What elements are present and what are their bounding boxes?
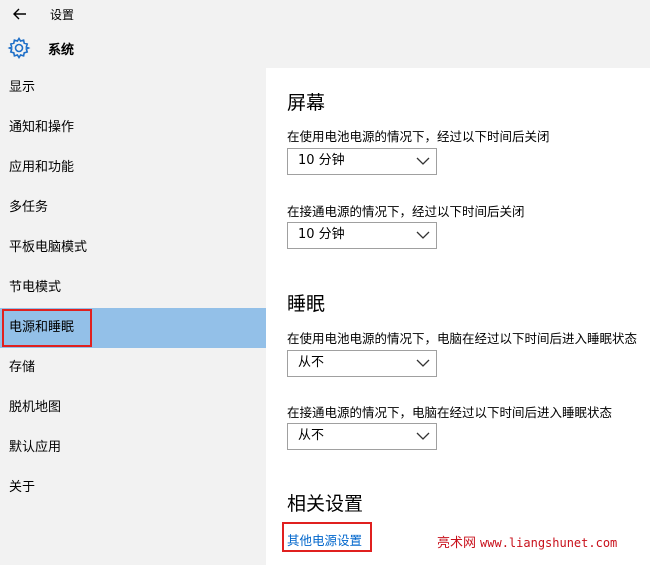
- sidebar-item-label: 多任务: [9, 200, 49, 215]
- sidebar-item-multitasking[interactable]: 多任务: [0, 188, 266, 228]
- screen-plugged-dropdown[interactable]: 10 分钟: [287, 222, 437, 249]
- screen-plugged-label: 在接通电源的情况下，经过以下时间后关闭: [287, 204, 525, 219]
- sidebar-item-display[interactable]: 显示: [0, 68, 266, 108]
- back-arrow-icon: [13, 8, 26, 20]
- dropdown-value: 10 分钟: [298, 227, 345, 242]
- main-content: 屏幕 在使用电池电源的情况下，经过以下时间后关闭 10 分钟 在接通电源的情况下…: [266, 68, 650, 565]
- watermark-url: www.liangshunet.com: [480, 536, 618, 550]
- sidebar-item-label: 脱机地图: [9, 400, 62, 415]
- sidebar-item-storage[interactable]: 存储: [0, 348, 266, 388]
- page-title: 系统: [48, 43, 75, 58]
- other-power-settings-link[interactable]: 其他电源设置: [287, 530, 362, 549]
- sidebar-item-default-apps[interactable]: 默认应用: [0, 428, 266, 468]
- sidebar: 显示 通知和操作 应用和功能 多任务 平板电脑模式 节电模式 电源和睡眠 存储 …: [0, 68, 266, 565]
- sidebar-item-offline-maps[interactable]: 脱机地图: [0, 388, 266, 428]
- chevron-down-icon: [416, 231, 430, 239]
- watermark-name: 亮术网: [437, 536, 477, 551]
- sleep-plugged-dropdown[interactable]: 从不: [287, 423, 437, 450]
- title-bar: 设置: [0, 0, 650, 28]
- sidebar-item-label: 应用和功能: [9, 160, 75, 175]
- sleep-section-title: 睡眠: [287, 293, 326, 315]
- dropdown-value: 从不: [298, 428, 325, 443]
- chevron-down-icon: [416, 359, 430, 367]
- sidebar-item-label: 节电模式: [9, 280, 62, 295]
- screen-section-title: 屏幕: [287, 92, 326, 114]
- sidebar-item-about[interactable]: 关于: [0, 468, 266, 508]
- dropdown-value: 从不: [298, 355, 325, 370]
- dropdown-value: 10 分钟: [298, 153, 345, 168]
- sidebar-item-label: 存储: [9, 360, 36, 375]
- sidebar-item-label: 默认应用: [9, 440, 62, 455]
- sidebar-item-label: 平板电脑模式: [9, 240, 88, 255]
- screen-battery-dropdown[interactable]: 10 分钟: [287, 148, 437, 175]
- sleep-battery-label: 在使用电池电源的情况下，电脑在经过以下时间后进入睡眠状态: [287, 331, 638, 346]
- gear-icon: [7, 37, 31, 59]
- sleep-plugged-label: 在接通电源的情况下，电脑在经过以下时间后进入睡眠状态: [287, 405, 613, 420]
- sidebar-item-apps[interactable]: 应用和功能: [0, 148, 266, 188]
- sidebar-item-battery-saver[interactable]: 节电模式: [0, 268, 266, 308]
- sidebar-item-tablet-mode[interactable]: 平板电脑模式: [0, 228, 266, 268]
- highlight-box: [2, 309, 92, 347]
- watermark: 亮术网 www.liangshunet.com: [437, 532, 617, 551]
- page-header: 系统: [0, 28, 650, 68]
- screen-battery-label: 在使用电池电源的情况下，经过以下时间后关闭: [287, 129, 550, 144]
- sidebar-item-notifications[interactable]: 通知和操作: [0, 108, 266, 148]
- sleep-battery-dropdown[interactable]: 从不: [287, 350, 437, 377]
- sidebar-item-power-sleep[interactable]: 电源和睡眠: [0, 308, 266, 348]
- back-button[interactable]: [10, 4, 30, 24]
- chevron-down-icon: [416, 432, 430, 440]
- related-section-title: 相关设置: [287, 493, 364, 515]
- chevron-down-icon: [416, 157, 430, 165]
- window-title: 设置: [50, 8, 75, 22]
- sidebar-item-label: 通知和操作: [9, 120, 75, 135]
- sidebar-item-label: 显示: [9, 80, 36, 95]
- sidebar-item-label: 关于: [9, 480, 36, 495]
